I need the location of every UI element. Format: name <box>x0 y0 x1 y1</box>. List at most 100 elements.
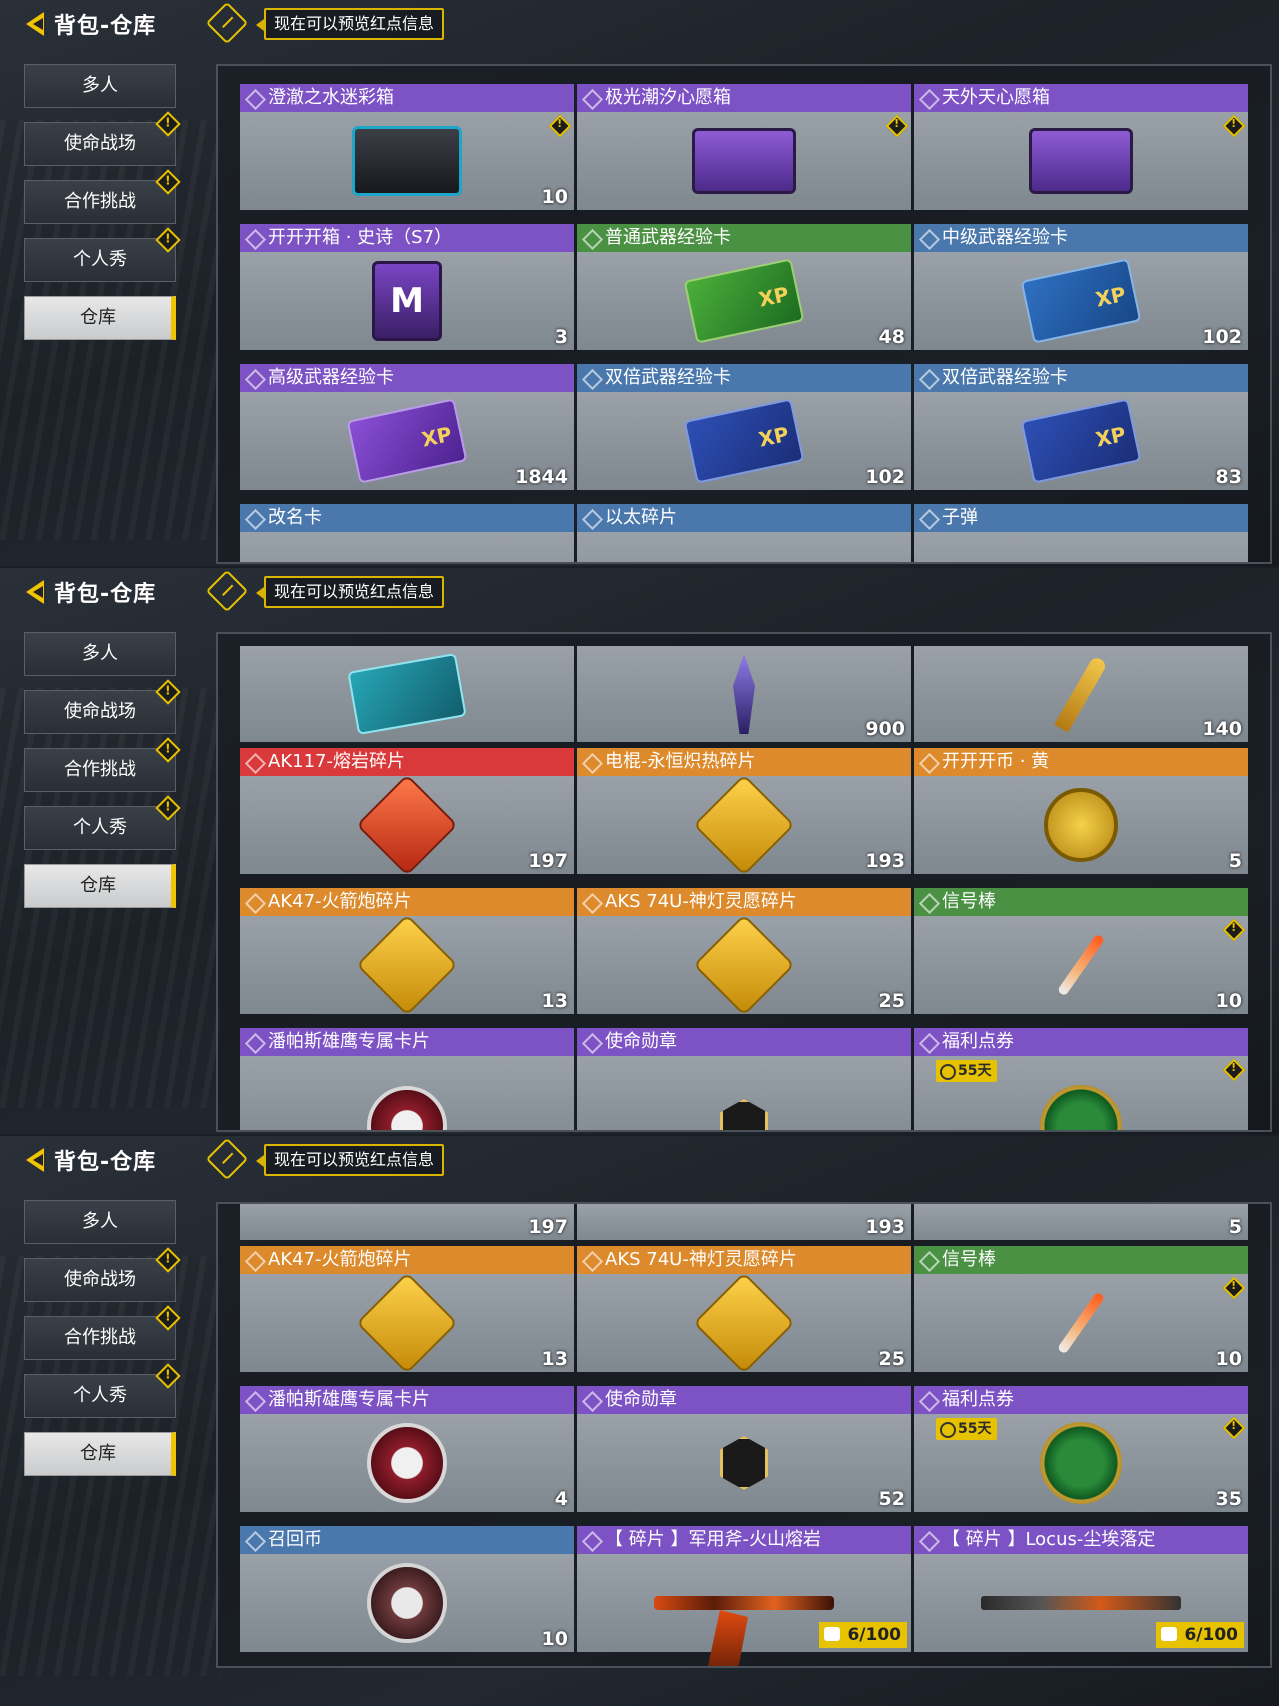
inventory-item[interactable]: 开开开箱 · 史诗（S7） M 3 <box>240 224 574 350</box>
nav-item-label: 多人 <box>82 75 118 96</box>
inventory-item[interactable]: AK117-熔岩碎片 197 <box>240 748 574 876</box>
inventory-item[interactable]: 普通武器经验卡 XP 48 <box>577 224 911 350</box>
item-body <box>577 112 911 210</box>
nav-item-battle-royale[interactable]: 使命战场 <box>24 679 181 734</box>
inventory-item[interactable]: AKS 74U-神灯灵愿碎片 25 <box>577 888 911 1016</box>
inventory-item[interactable]: AKS 74U-神灯灵愿碎片 25 <box>577 1246 911 1374</box>
rename-card-icon <box>347 652 467 736</box>
item-name: 福利点券 <box>914 1028 1248 1056</box>
inventory-item[interactable]: 以太碎片 <box>577 504 911 562</box>
item-body: XP 102 <box>577 392 911 490</box>
item-count: 10 <box>541 1628 568 1650</box>
nav-item-personal-show[interactable]: 个人秀 <box>24 227 181 282</box>
nav-item-multiplayer[interactable]: 多人 <box>24 1200 176 1244</box>
inventory-item[interactable]: 天外天心愿箱 <box>914 84 1248 210</box>
inventory-item[interactable]: 福利点券 55天 35 <box>914 1386 1248 1512</box>
inventory-item[interactable]: 双倍武器经验卡 XP 102 <box>577 364 911 490</box>
item-body <box>914 532 1248 562</box>
timer-badge: 55天 <box>936 1418 998 1440</box>
inventory-item[interactable]: 中级武器经验卡 XP 102 <box>914 224 1248 350</box>
preview-hint: 现在可以预览红点信息 <box>255 8 445 40</box>
bullet-icon <box>1054 655 1108 733</box>
puzzle-piece-icon <box>356 774 458 876</box>
inventory-item[interactable]: 5 <box>914 1204 1248 1240</box>
item-name: 普通武器经验卡 <box>577 224 911 252</box>
inventory-item[interactable]: 信号棒 10 <box>914 888 1248 1014</box>
inventory-item[interactable]: 召回币 10 <box>240 1526 574 1652</box>
back-arrow-icon[interactable] <box>24 9 50 39</box>
inventory-item[interactable]: 开开开币 · 黄 5 <box>914 748 1248 874</box>
preview-toggle-icon[interactable] <box>205 1137 249 1181</box>
nav-item-battle-royale[interactable]: 使命战场 <box>24 111 181 166</box>
item-name: 【 碎片 】军用斧-火山熔岩 <box>577 1526 911 1554</box>
inventory-item[interactable]: AK47-火箭炮碎片 13 <box>240 1246 574 1374</box>
nav-item-label: 个人秀 <box>73 1385 127 1406</box>
item-count: 52 <box>878 1488 905 1510</box>
item-name: 高级武器经验卡 <box>240 364 574 392</box>
item-body <box>577 532 911 562</box>
puzzle-piece-icon <box>693 774 795 876</box>
inventory-item[interactable]: 高级武器经验卡 XP 1844 <box>240 364 574 490</box>
preview-toggle-icon[interactable] <box>205 1 249 45</box>
item-name: AK47-火箭炮碎片 <box>240 1246 574 1274</box>
inventory-panel: 900 140 AK117-熔岩碎片 197 电棍-永恒炽热碎片 193 开开开… <box>216 632 1272 1132</box>
timer-badge: 55天 <box>936 1060 998 1082</box>
nav-item-personal-show[interactable]: 个人秀 <box>24 1363 181 1418</box>
inventory-item[interactable]: 信号棒 10 <box>914 1246 1248 1372</box>
nav-item-warehouse[interactable]: 仓库 <box>24 864 176 908</box>
inventory-item[interactable]: 极光潮汐心愿箱 <box>577 84 911 210</box>
back-arrow-icon[interactable] <box>24 577 50 607</box>
inventory-item[interactable]: 潘帕斯雄鹰专属卡片 4 <box>240 1386 574 1512</box>
inventory-item[interactable] <box>240 646 574 742</box>
puzzle-piece-icon <box>693 914 795 1016</box>
item-count: 197 <box>528 1216 568 1238</box>
inventory-item[interactable]: 使命勋章 52 <box>577 1386 911 1512</box>
item-name: 潘帕斯雄鹰专属卡片 <box>240 1386 574 1414</box>
sidebar-nav: 多人 使命战场 合作挑战 个人秀 仓库 <box>24 1200 181 1490</box>
inventory-item[interactable]: 140 <box>914 646 1248 742</box>
inventory-item[interactable]: 900 <box>577 646 911 742</box>
inventory-item[interactable]: 子弹 <box>914 504 1248 562</box>
nav-item-battle-royale[interactable]: 使命战场 <box>24 1247 181 1302</box>
inventory-item[interactable]: 双倍武器经验卡 XP 83 <box>914 364 1248 490</box>
item-name: 【 碎片 】Locus-尘埃落定 <box>914 1526 1248 1554</box>
nav-item-multiplayer[interactable]: 多人 <box>24 64 176 108</box>
nav-item-personal-show[interactable]: 个人秀 <box>24 795 181 850</box>
nav-item-coop[interactable]: 合作挑战 <box>24 1305 181 1360</box>
nav-item-label: 仓库 <box>80 307 116 328</box>
nav-item-warehouse[interactable]: 仓库 <box>24 296 176 340</box>
item-body: 10 <box>914 1274 1248 1372</box>
item-name: 使命勋章 <box>577 1386 911 1414</box>
inventory-item[interactable]: 潘帕斯雄鹰专属卡片 <box>240 1028 574 1130</box>
item-name: 使命勋章 <box>577 1028 911 1056</box>
mbox-icon: M <box>372 261 442 341</box>
inventory-item[interactable]: 193 <box>577 1204 911 1240</box>
item-body: 193 <box>577 774 911 876</box>
nav-item-multiplayer[interactable]: 多人 <box>24 632 176 676</box>
item-body: 10 <box>240 112 574 210</box>
item-name: 信号棒 <box>914 1246 1248 1274</box>
inventory-item[interactable]: 福利点券 55天 <box>914 1028 1248 1130</box>
medal-icon <box>720 1099 768 1130</box>
item-body: 197 <box>240 1204 574 1240</box>
nav-item-coop[interactable]: 合作挑战 <box>24 737 181 792</box>
preview-toggle-icon[interactable] <box>205 569 249 613</box>
inventory-item[interactable]: 使命勋章 <box>577 1028 911 1130</box>
item-body: 13 <box>240 914 574 1016</box>
nav-item-warehouse[interactable]: 仓库 <box>24 1432 176 1476</box>
item-name: 改名卡 <box>240 504 574 532</box>
item-count: 10 <box>1215 990 1242 1012</box>
alert-icon <box>155 679 181 705</box>
nav-item-coop[interactable]: 合作挑战 <box>24 169 181 224</box>
inventory-item[interactable]: 改名卡 <box>240 504 574 562</box>
inventory-item[interactable]: 【 碎片 】军用斧-火山熔岩 6/100 <box>577 1526 911 1666</box>
item-body: XP 1844 <box>240 392 574 490</box>
inventory-item[interactable]: 【 碎片 】Locus-尘埃落定 6/100 <box>914 1526 1248 1652</box>
back-arrow-icon[interactable] <box>24 1145 50 1175</box>
puzzle-piece-icon <box>356 1272 458 1374</box>
inventory-item[interactable]: 电棍-永恒炽热碎片 193 <box>577 748 911 876</box>
item-count: 5 <box>1228 850 1242 872</box>
inventory-item[interactable]: 澄澈之水迷彩箱 10 <box>240 84 574 210</box>
inventory-item[interactable]: 197 <box>240 1204 574 1240</box>
inventory-item[interactable]: AK47-火箭炮碎片 13 <box>240 888 574 1016</box>
